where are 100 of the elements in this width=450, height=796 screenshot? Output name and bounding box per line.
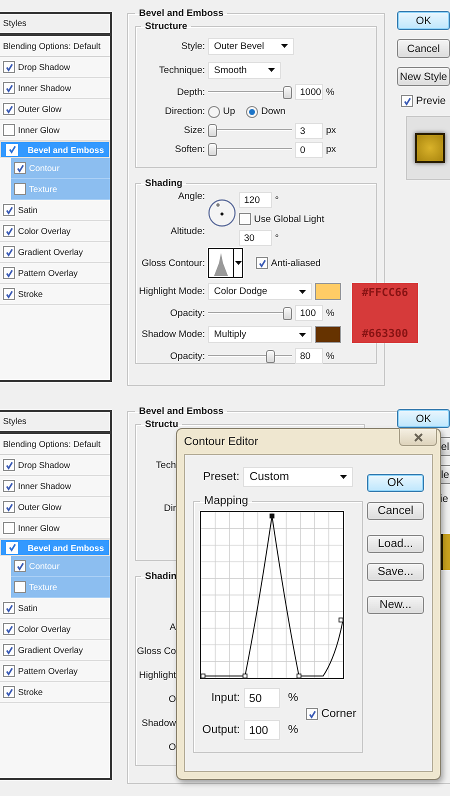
style-item[interactable]: Stroke (0, 284, 110, 305)
style-item[interactable]: Pattern Overlay (0, 661, 110, 682)
style-item[interactable]: Satin (0, 200, 110, 221)
value-field[interactable]: 1000 (295, 84, 323, 100)
checkbox[interactable] (14, 581, 26, 593)
checkbox[interactable] (3, 225, 15, 237)
checkbox[interactable] (3, 602, 15, 614)
style-item[interactable]: Outer Glow (0, 497, 110, 518)
style-item[interactable]: Inner Shadow (0, 476, 110, 497)
checkbox[interactable] (3, 124, 15, 136)
checkbox[interactable] (3, 501, 15, 513)
style-item[interactable]: Color Overlay (0, 221, 110, 242)
value-field[interactable]: 80 (295, 348, 323, 364)
field-label: Angle: (177, 191, 205, 202)
dialog-button[interactable]: New... (367, 596, 424, 614)
preview-swatch (415, 133, 445, 163)
style-item[interactable]: Gradient Overlay (0, 242, 110, 263)
style-select[interactable]: Outer Bevel (208, 38, 294, 54)
altitude-field[interactable]: 30 (239, 230, 272, 246)
style-label: Satin (18, 603, 38, 613)
radio-button[interactable] (246, 106, 258, 118)
field-label: Highlight Mode: (138, 286, 205, 297)
value-field[interactable]: 50 (244, 688, 280, 708)
hex-code-label: #FFCC66 (362, 286, 408, 299)
style-item[interactable]: Drop Shadow (0, 455, 110, 476)
field-label: Depth: (176, 86, 205, 98)
checkbox[interactable] (3, 644, 15, 656)
blend-mode-select[interactable]: Color Dodge (208, 283, 312, 300)
checkbox[interactable] (3, 480, 15, 492)
checkbox[interactable] (14, 560, 26, 572)
blending-options-item[interactable]: Blending Options: Default (0, 36, 110, 57)
blend-mode-select[interactable]: Multiply (208, 326, 312, 343)
value-field[interactable]: 100 (295, 305, 323, 321)
checkbox[interactable] (14, 183, 26, 195)
checkbox[interactable] (3, 103, 15, 115)
technique-select[interactable]: Smooth (208, 62, 281, 78)
unit-label: ° (275, 194, 279, 206)
style-item[interactable]: Outer Glow (0, 99, 110, 120)
color-swatch[interactable] (315, 326, 341, 343)
dialog-button[interactable]: New Style (397, 67, 450, 86)
slider-thumb[interactable] (283, 306, 292, 320)
dialog-button[interactable]: OK (397, 11, 450, 30)
angle-field[interactable]: 120 (239, 192, 272, 208)
preset-select[interactable]: Custom (243, 467, 353, 487)
checkbox-label: Use Global Light (254, 214, 324, 224)
slider-thumb[interactable] (208, 143, 217, 156)
dialog-button[interactable]: OK (397, 409, 450, 428)
dialog-button[interactable]: le (440, 465, 450, 484)
checkbox[interactable] (3, 61, 15, 73)
checkbox[interactable] (3, 686, 15, 698)
dialog-button[interactable]: Cancel (367, 502, 424, 520)
value-field[interactable]: 100 (244, 720, 280, 740)
dialog-button[interactable]: Save... (367, 563, 424, 581)
caret-icon (268, 68, 275, 72)
color-swatch[interactable] (315, 283, 341, 300)
slider-thumb[interactable] (283, 86, 292, 98)
field-label: Soften: (174, 144, 205, 155)
contour-picker[interactable] (208, 248, 243, 278)
checkbox[interactable] (306, 708, 318, 720)
style-label: Gradient Overlay (18, 645, 83, 655)
style-item[interactable]: Inner Shadow (0, 78, 110, 99)
unit-label: % (326, 308, 334, 318)
group-title: Mapping (203, 495, 250, 507)
dialog-button[interactable]: el (440, 437, 450, 456)
checkbox[interactable] (3, 459, 15, 471)
checkbox[interactable] (3, 204, 15, 216)
blending-options-item[interactable]: Blending Options: Default (0, 434, 110, 455)
checkbox[interactable] (3, 522, 15, 534)
angle-dial[interactable] (208, 199, 236, 227)
checkbox[interactable] (3, 623, 15, 635)
style-label: Contour (29, 561, 60, 571)
checkbox[interactable] (239, 213, 251, 225)
checkbox[interactable] (14, 162, 26, 174)
style-item[interactable]: Gradient Overlay (0, 640, 110, 661)
slider-thumb[interactable] (266, 350, 275, 362)
checkbox-label: Corner (321, 708, 356, 720)
style-item[interactable]: Stroke (0, 682, 110, 703)
close-button[interactable] (399, 428, 437, 446)
value-field[interactable]: 0 (295, 142, 323, 158)
dialog-button[interactable]: OK (367, 474, 424, 492)
checkbox[interactable] (3, 246, 15, 258)
checkbox[interactable] (3, 665, 15, 677)
value-field[interactable]: 3 (295, 122, 323, 138)
style-item[interactable]: Color Overlay (0, 619, 110, 640)
style-item[interactable]: Pattern Overlay (0, 263, 110, 284)
dialog-button[interactable]: Load... (367, 535, 424, 553)
slider-thumb[interactable] (208, 124, 217, 137)
checkbox[interactable] (3, 267, 15, 279)
field-label: A (168, 622, 176, 633)
style-item[interactable]: Drop Shadow (0, 57, 110, 78)
contour-curve-drawing[interactable] (200, 511, 344, 679)
unit-label: ° (275, 232, 279, 244)
checkbox[interactable] (401, 95, 413, 107)
dialog-button[interactable]: Cancel (397, 39, 450, 58)
radio-button[interactable] (208, 106, 220, 118)
style-item[interactable]: Satin (0, 598, 110, 619)
checkbox[interactable] (3, 288, 15, 300)
style-label: Bevel and Emboss (28, 542, 104, 552)
checkbox[interactable] (3, 82, 15, 94)
checkbox[interactable] (256, 257, 268, 269)
